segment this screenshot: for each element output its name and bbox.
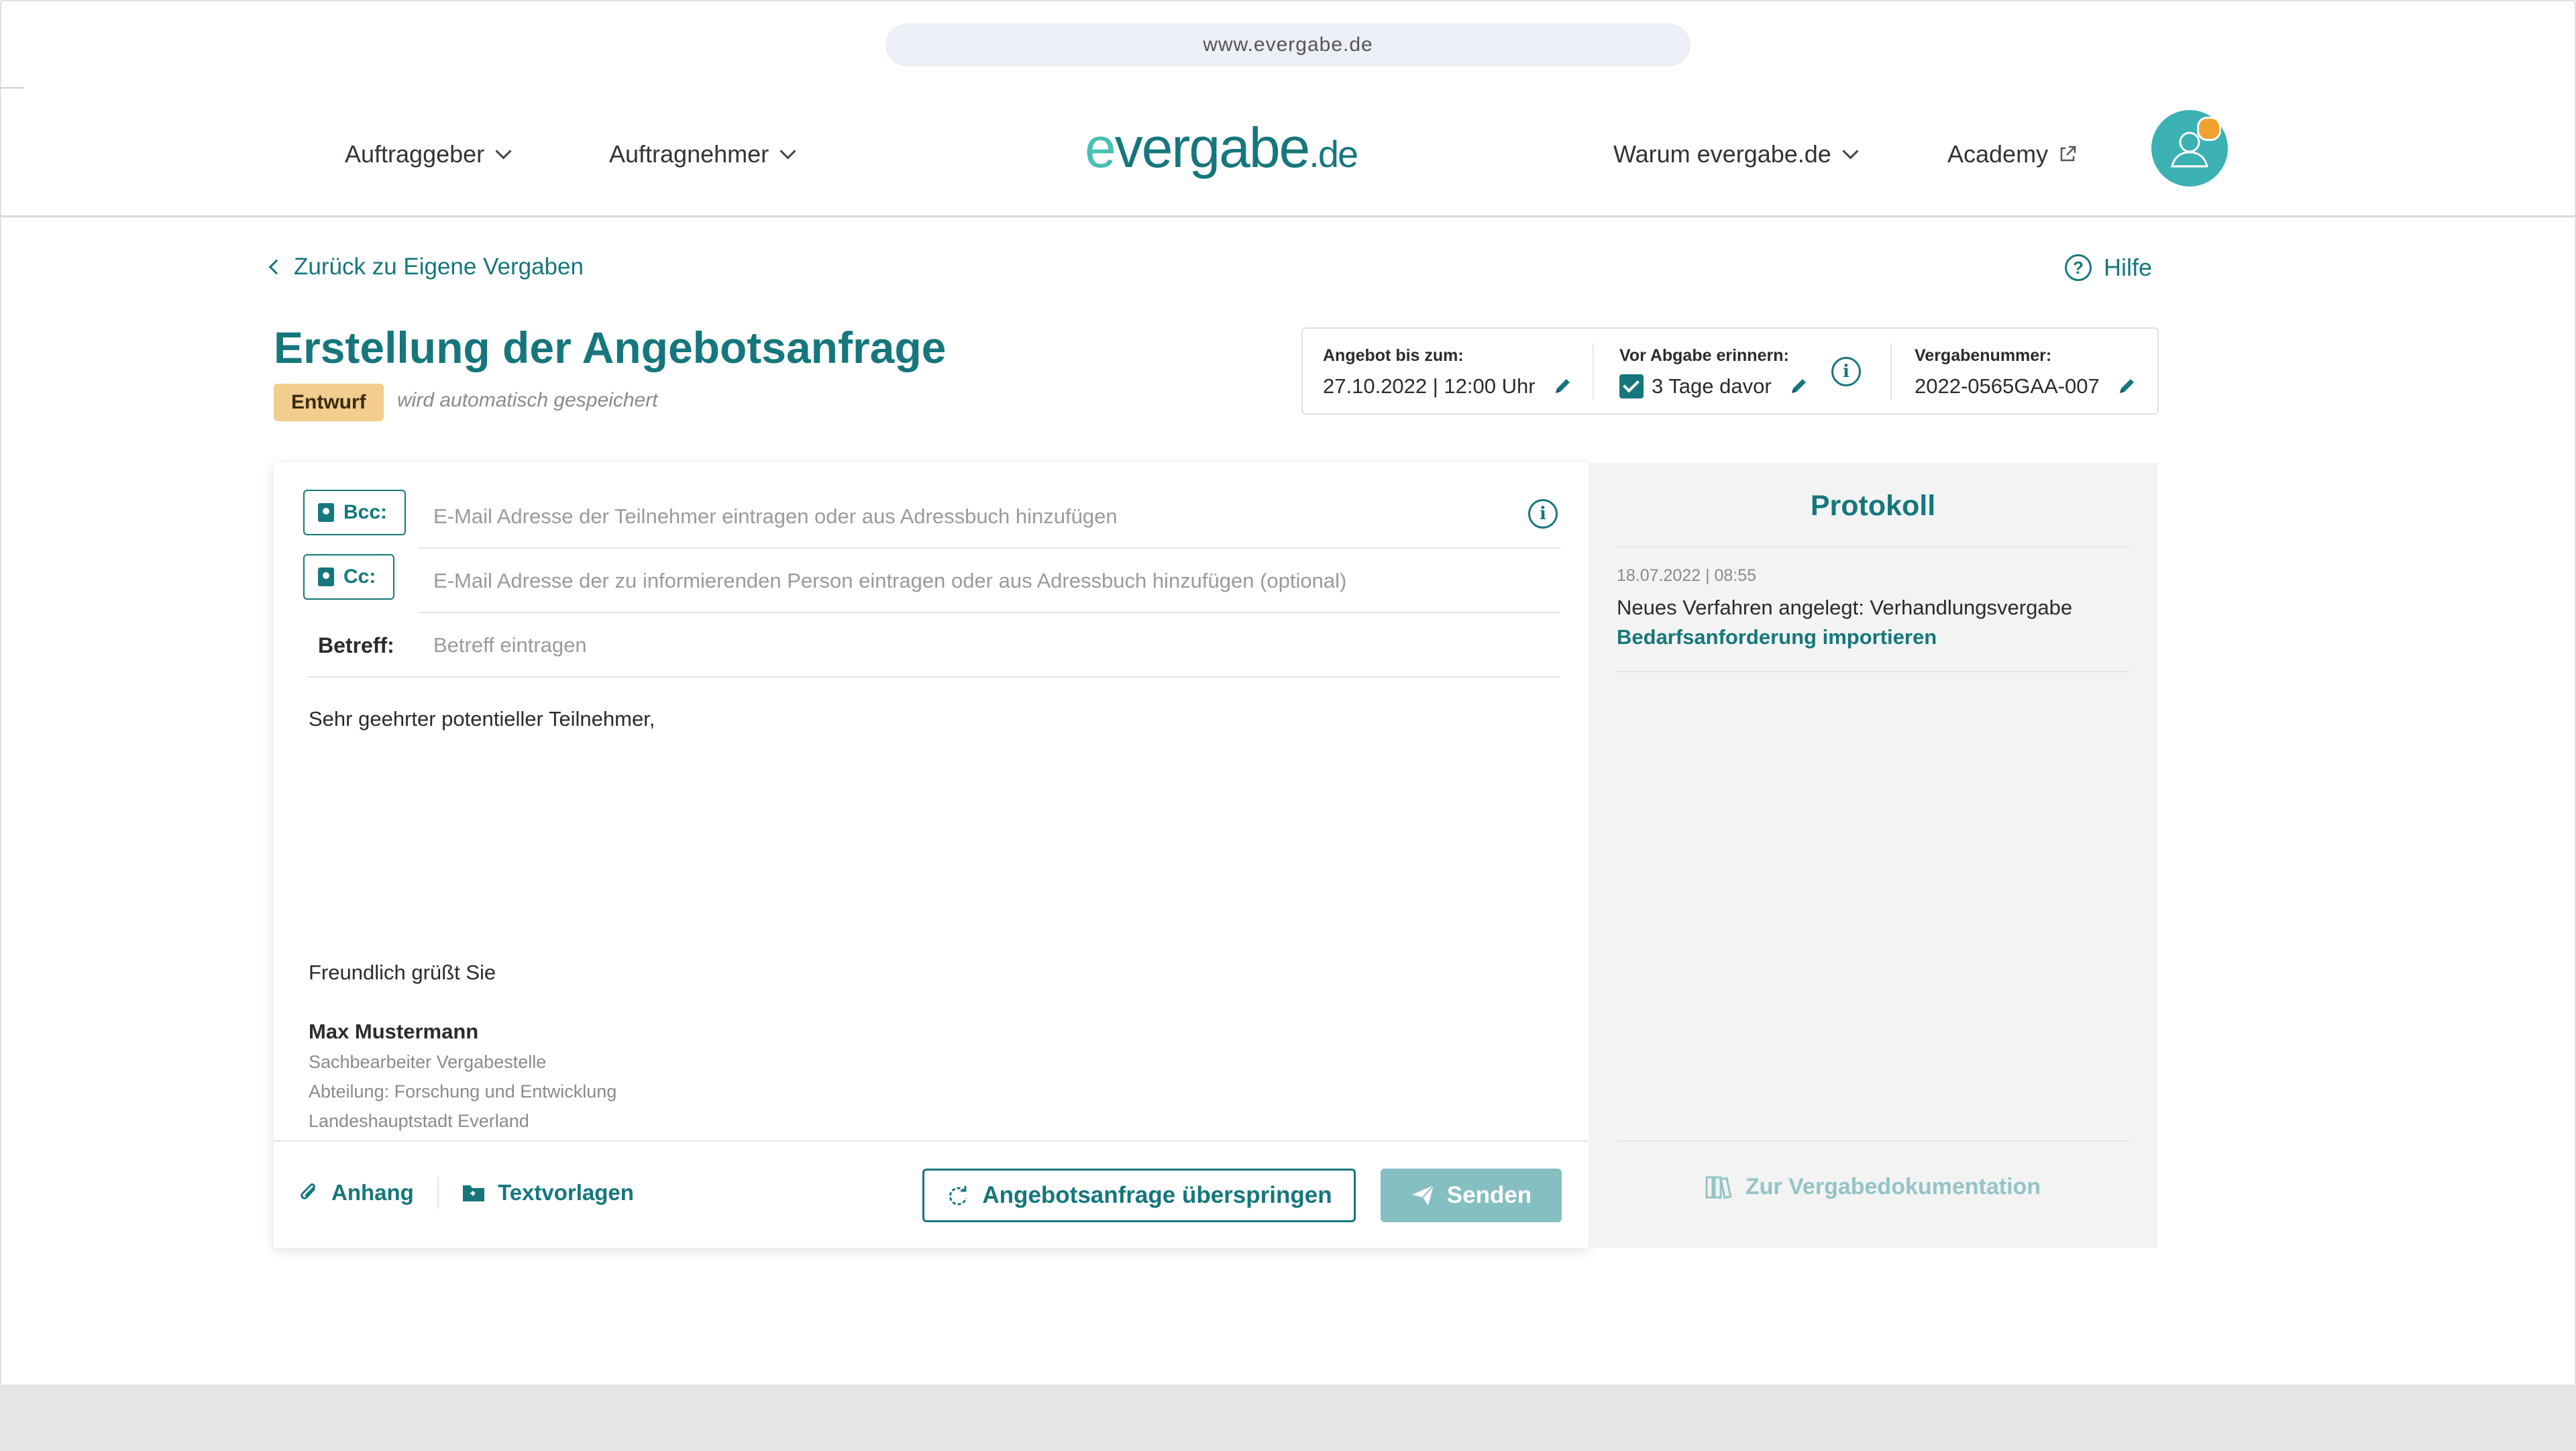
skip-label: Angebotsanfrage überspringen bbox=[982, 1182, 1332, 1208]
logo-e: e bbox=[1085, 116, 1116, 179]
info-icon[interactable]: i bbox=[1831, 357, 1861, 386]
logo-de: .de bbox=[1309, 133, 1358, 175]
user-avatar[interactable] bbox=[2151, 110, 2228, 186]
info-separator bbox=[1890, 343, 1892, 400]
nav-auftragnehmer[interactable]: Auftragnehmer bbox=[609, 134, 796, 174]
footer-separator bbox=[437, 1177, 439, 1209]
cc-address-book-button[interactable]: Cc: bbox=[303, 554, 395, 600]
protocol-entry-text: Neues Verfahren angelegt: Verhandlungsve… bbox=[1617, 596, 2073, 619]
protocol-divider bbox=[1617, 1140, 2129, 1142]
folder-icon bbox=[463, 1185, 484, 1201]
paper-plane-icon bbox=[1411, 1185, 1434, 1205]
protocol-entry-timestamp: 18.07.2022 | 08:55 bbox=[1617, 566, 1757, 585]
reminder-checkbox[interactable] bbox=[1619, 374, 1644, 398]
binders-icon bbox=[1705, 1176, 1732, 1199]
chevron-down-icon bbox=[780, 142, 796, 160]
cc-field[interactable]: E-Mail Adresse der zu informierenden Per… bbox=[419, 549, 1560, 613]
rotate-arrows-icon bbox=[949, 1186, 967, 1205]
protocol-panel: Protokoll 18.07.2022 | 08:55 Neues Verfa… bbox=[1589, 463, 2157, 1248]
signature-role: Sachbearbeiter Vergabestelle bbox=[309, 1052, 547, 1072]
protocol-title: Protokoll bbox=[1810, 490, 1936, 522]
protocol-divider bbox=[1617, 671, 2129, 672]
greeting-text[interactable]: Sehr geehrter potentieller Teilnehmer, bbox=[309, 707, 655, 731]
logo-vergabe: vergabe bbox=[1114, 116, 1311, 179]
subject-label: Betreff: bbox=[318, 633, 394, 657]
nav-auftraggeber[interactable]: Auftraggeber bbox=[345, 134, 512, 174]
templates-label: Textvorlagen bbox=[498, 1180, 634, 1205]
info-separator bbox=[1593, 343, 1594, 400]
send-button[interactable]: Senden bbox=[1381, 1169, 1562, 1222]
nav-warum[interactable]: Warum evergabe.de bbox=[1613, 134, 1859, 174]
procurement-docs-link[interactable]: Zur Vergabedokumentation bbox=[1589, 1174, 2157, 1200]
url-bar[interactable]: www.evergabe.de bbox=[885, 23, 1690, 66]
docs-link-label: Zur Vergabedokumentation bbox=[1745, 1174, 2041, 1199]
chevron-down-icon bbox=[495, 142, 512, 160]
offer-deadline-value: 27.10.2022 | 12:00 Uhr bbox=[1323, 374, 1536, 398]
pencil-icon[interactable] bbox=[1552, 376, 1573, 397]
reminder-value: 3 Tage davor bbox=[1652, 374, 1772, 398]
chevron-left-icon bbox=[268, 259, 284, 275]
bcc-address-book-button[interactable]: Bcc: bbox=[303, 490, 407, 535]
info-icon[interactable]: i bbox=[1528, 499, 1558, 529]
evergabe-logo[interactable]: evergabe.de bbox=[1085, 115, 1358, 180]
help-label: Hilfe bbox=[2104, 254, 2153, 281]
nav-label: Auftragnehmer bbox=[609, 140, 769, 168]
subject-input[interactable]: Betreff eintragen bbox=[433, 633, 587, 657]
signature-organization: Landeshauptstadt Everland bbox=[309, 1111, 529, 1131]
compose-card: Bcc: E-Mail Adresse der Teilnehmer eintr… bbox=[274, 463, 1589, 1248]
compose-footer-divider bbox=[274, 1140, 1589, 1142]
award-number-value-row: 2022-0565GAA-007 bbox=[1915, 374, 2137, 398]
bcc-placeholder: E-Mail Adresse der Teilnehmer eintragen … bbox=[433, 504, 1118, 528]
page-title: Erstellung der Angebotsanfrage bbox=[274, 323, 947, 372]
closing-text[interactable]: Freundlich grüßt Sie bbox=[309, 961, 496, 985]
address-book-icon bbox=[318, 568, 334, 586]
signature-department: Abteilung: Forschung und Entwicklung bbox=[309, 1081, 617, 1101]
bcc-label: Bcc: bbox=[343, 501, 388, 523]
bcc-field[interactable]: E-Mail Adresse der Teilnehmer eintragen … bbox=[419, 484, 1560, 549]
nav-label: Warum evergabe.de bbox=[1613, 140, 1831, 168]
question-circle-icon: ? bbox=[2065, 254, 2092, 281]
nav-divider bbox=[0, 215, 2576, 217]
notification-dot bbox=[2197, 117, 2221, 141]
help-link[interactable]: ? Hilfe bbox=[2065, 254, 2152, 282]
cc-label: Cc: bbox=[343, 566, 376, 588]
autosave-note: wird automatisch gespeichert bbox=[397, 389, 658, 411]
pencil-icon[interactable] bbox=[2116, 376, 2137, 397]
nav-label: Academy bbox=[1947, 140, 2049, 168]
cc-placeholder: E-Mail Adresse der zu informierenden Per… bbox=[433, 569, 1347, 592]
reminder-value-row: 3 Tage davor bbox=[1619, 374, 1809, 398]
back-link-label: Zurück zu Eigene Vergaben bbox=[294, 254, 584, 280]
url-text: www.evergabe.de bbox=[1203, 34, 1373, 56]
attachment-label: Anhang bbox=[331, 1180, 414, 1205]
offer-deadline-value-row: 27.10.2022 | 12:00 Uhr bbox=[1323, 374, 1573, 398]
import-requirement-link[interactable]: Bedarfsanforderung importieren bbox=[1617, 625, 1937, 649]
subject-row: Betreff: Betreff eintragen bbox=[307, 613, 1560, 678]
pencil-icon[interactable] bbox=[1788, 376, 1809, 397]
templates-button[interactable]: Textvorlagen bbox=[462, 1173, 634, 1213]
external-link-icon bbox=[2060, 146, 2076, 162]
award-number-value: 2022-0565GAA-007 bbox=[1915, 374, 2100, 398]
reminder-label: Vor Abgabe erinnern: bbox=[1619, 346, 1789, 365]
address-book-icon bbox=[318, 503, 334, 522]
send-label: Senden bbox=[1446, 1182, 1532, 1208]
nav-label: Auftraggeber bbox=[345, 140, 485, 168]
chevron-down-icon bbox=[1842, 142, 1859, 160]
procedure-info-box: Angebot bis zum: 27.10.2022 | 12:00 Uhr … bbox=[1301, 327, 2159, 415]
nav-academy[interactable]: Academy bbox=[1947, 134, 2078, 174]
status-badge: Entwurf bbox=[274, 384, 384, 421]
skip-request-button[interactable]: Angebotsanfrage überspringen bbox=[922, 1169, 1356, 1222]
page-footer-bar bbox=[0, 1385, 2576, 1451]
signature-name: Max Mustermann bbox=[309, 1020, 479, 1043]
paperclip-icon bbox=[301, 1183, 315, 1199]
protocol-divider bbox=[1617, 546, 2129, 547]
window-edge-marker bbox=[0, 87, 24, 89]
offer-deadline-label: Angebot bis zum: bbox=[1323, 346, 1464, 365]
back-link[interactable]: Zurück zu Eigene Vergaben bbox=[268, 254, 584, 280]
attachment-button[interactable]: Anhang bbox=[299, 1173, 414, 1213]
award-number-label: Vergabenummer: bbox=[1915, 346, 2052, 365]
